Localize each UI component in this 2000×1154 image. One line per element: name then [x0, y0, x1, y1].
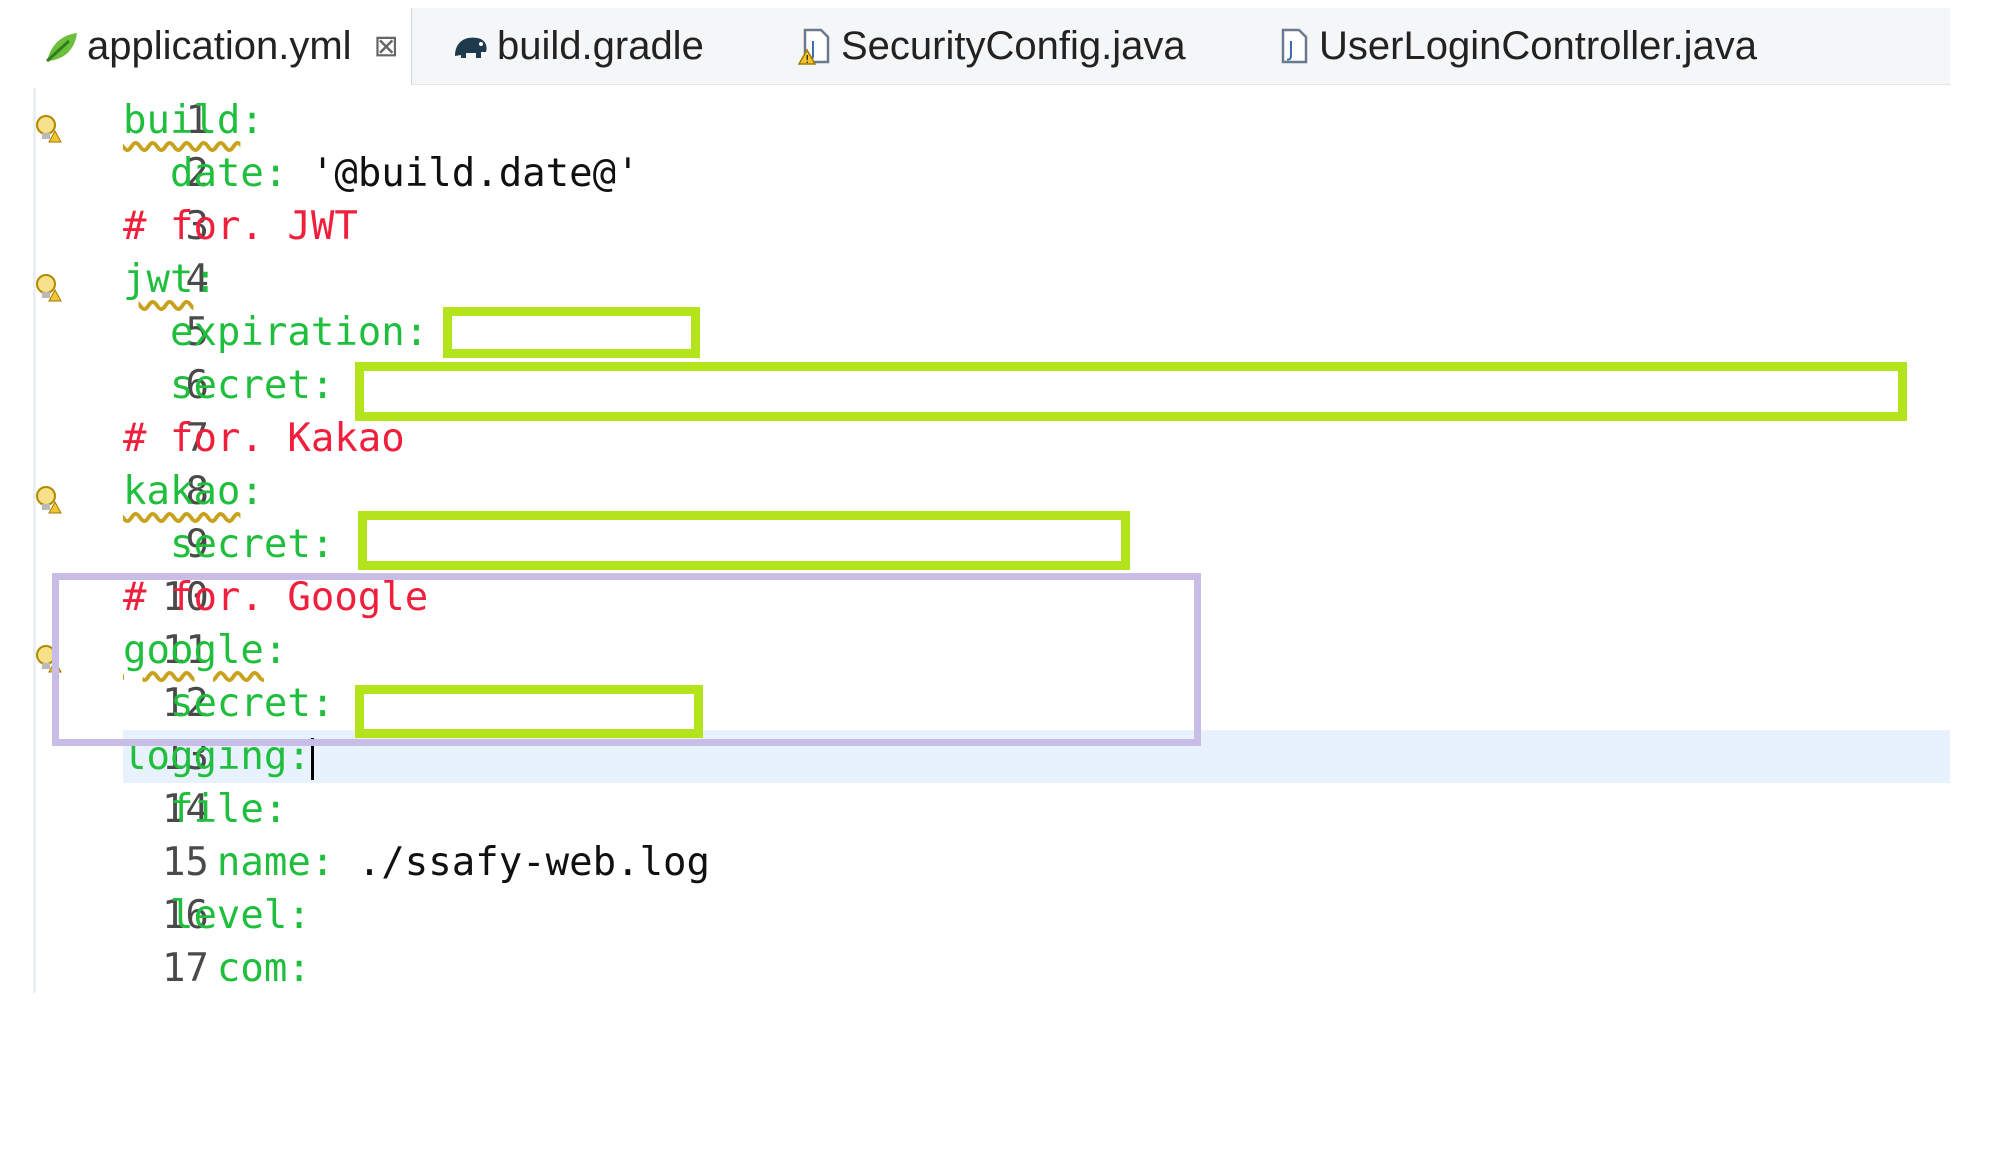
yaml-key: kakao [123, 469, 241, 514]
svg-text:!: ! [805, 53, 809, 66]
yaml-value: ./ssafy-web.log [334, 840, 711, 885]
editor-tab-bar: application.yml ⊠ build.gradle J! Securi… [33, 8, 1950, 85]
yaml-colon: : [310, 840, 335, 885]
yaml-key: secret [123, 363, 311, 408]
yaml-key: expiration [123, 310, 405, 355]
yaml-colon: : [240, 98, 264, 143]
warning-lightbulb-icon[interactable] [33, 264, 63, 302]
tab-security-config-java[interactable]: J! SecurityConfig.java [795, 8, 1186, 84]
yaml-value: '@build.date@' [287, 151, 640, 196]
yaml-colon: : [263, 151, 288, 196]
tab-label: SecurityConfig.java [841, 23, 1186, 68]
tab-build-gradle[interactable]: build.gradle [451, 8, 704, 84]
close-icon[interactable]: ⊠ [374, 29, 399, 64]
redacted-expiration-value [443, 307, 700, 358]
code-line[interactable]: 5 expiration: [33, 306, 1950, 359]
tab-label: build.gradle [497, 23, 704, 68]
warning-lightbulb-icon[interactable] [33, 105, 63, 143]
yaml-colon: : [287, 946, 311, 991]
yaml-key: level [123, 893, 288, 938]
yaml-key: com [123, 946, 288, 991]
yaml-key: secret [123, 522, 311, 567]
yaml-key: build [123, 98, 241, 143]
code-line[interactable]: 14 file: [33, 783, 1950, 836]
java-file-warning-icon: J! [795, 26, 835, 66]
yaml-colon: : [310, 363, 335, 408]
redacted-jwt-secret-value [355, 362, 1907, 421]
yaml-comment: # for. JWT [123, 204, 358, 249]
warning-lightbulb-icon[interactable] [33, 476, 63, 514]
yaml-leaf-icon [41, 27, 81, 67]
redacted-kakao-secret-value [358, 511, 1130, 570]
yaml-comment: # for. Kakao [123, 416, 405, 461]
yaml-colon: : [193, 257, 217, 302]
gradle-elephant-icon [451, 26, 491, 66]
svg-text:J: J [1286, 37, 1294, 61]
yaml-key: name [123, 840, 311, 885]
tab-user-login-controller-java[interactable]: J UserLoginController.java [1273, 8, 1757, 84]
code-line[interactable]: 3 # for. JWT [33, 200, 1950, 253]
yaml-colon: : [404, 310, 429, 355]
code-line[interactable]: 17 com: [33, 942, 1950, 995]
code-line[interactable]: 4 jwt: [33, 253, 1950, 306]
yaml-colon: : [310, 522, 335, 567]
tab-label: UserLoginController.java [1319, 23, 1758, 68]
code-line[interactable]: 16 level: [33, 889, 1950, 942]
yaml-colon: : [263, 787, 288, 832]
code-line[interactable]: 15 name: ./ssafy-web.log [33, 836, 1950, 889]
google-section-annotation-box [52, 573, 1201, 746]
yaml-key: date [123, 151, 264, 196]
yaml-colon: : [240, 469, 264, 514]
code-line[interactable]: 2 date: '@build.date@' [33, 147, 1950, 200]
yaml-key: file [123, 787, 264, 832]
yaml-colon: : [287, 893, 311, 938]
code-line[interactable]: 1 build: [33, 94, 1950, 147]
tab-application-yml[interactable]: application.yml ⊠ [33, 8, 412, 85]
tab-label: application.yml [87, 24, 352, 68]
java-file-icon: J [1273, 26, 1313, 66]
yaml-key: jwt [123, 257, 194, 302]
